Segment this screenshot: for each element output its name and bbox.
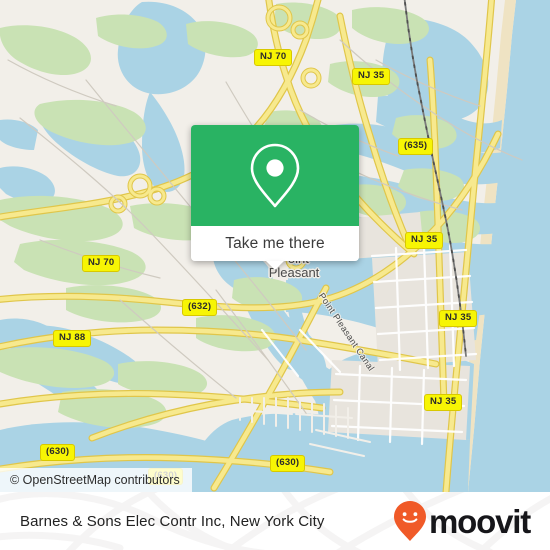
place-title: Barnes & Sons Elec Contr Inc, New York C… [20, 512, 325, 530]
popup-tail-arrow [266, 261, 284, 270]
shield-635[interactable]: (635) [398, 138, 434, 155]
shield-nj-88[interactable]: NJ 88 [53, 330, 92, 347]
shield-632[interactable]: (632) [182, 299, 218, 316]
take-me-there-popup[interactable]: Take me there [191, 125, 359, 270]
shield-630-left[interactable]: (630) [40, 444, 76, 461]
map-canvas[interactable]: Point Pleasant Point Pleasant Canal NJ 7… [0, 0, 550, 492]
shield-nj-35-right[interactable]: NJ 35 [439, 310, 478, 327]
popup-header [191, 125, 359, 226]
popup-footer[interactable]: Take me there [191, 226, 359, 270]
take-me-there-label: Take me there [225, 234, 325, 252]
shield-nj-35-low[interactable]: NJ 35 [424, 394, 463, 411]
shield-630-mid[interactable]: (630) [270, 455, 306, 472]
shield-nj-70-top[interactable]: NJ 70 [254, 49, 293, 66]
shield-nj-35-mid[interactable]: NJ 35 [405, 232, 444, 249]
moovit-map-screenshot: Point Pleasant Point Pleasant Canal NJ 7… [0, 0, 550, 550]
moovit-logo[interactable]: moovit [393, 500, 531, 542]
shield-nj-70-left[interactable]: NJ 70 [82, 255, 121, 272]
moovit-pin-smiley-icon [394, 501, 427, 541]
shield-nj-35-top[interactable]: NJ 35 [352, 68, 391, 85]
osm-attribution[interactable]: © OpenStreetMap contributors [0, 468, 192, 492]
moovit-wordmark: moovit [429, 502, 531, 540]
map-pin-icon [250, 143, 300, 207]
bottom-info-bar: Barnes & Sons Elec Contr Inc, New York C… [0, 492, 550, 550]
